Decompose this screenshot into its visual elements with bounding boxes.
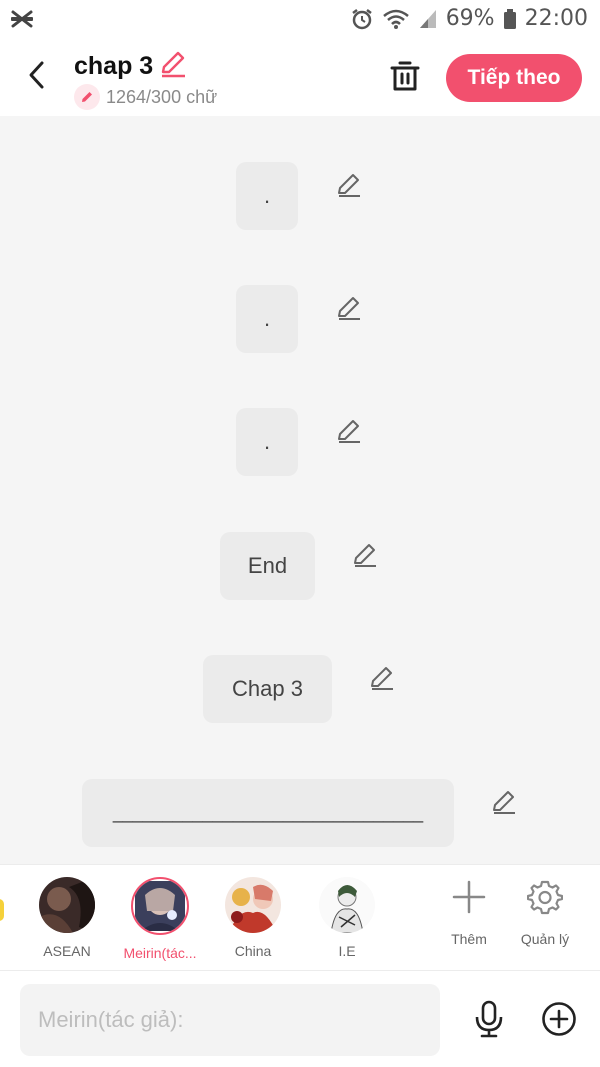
word-count-pencil-icon — [74, 84, 100, 110]
pencil-icon — [162, 51, 186, 78]
add-label: Thêm — [451, 931, 487, 947]
message-bubble[interactable]: . — [236, 408, 298, 476]
avatar — [39, 877, 95, 933]
gear-icon — [510, 877, 580, 917]
character-china[interactable]: China — [208, 877, 298, 959]
character-ie[interactable]: I.E — [302, 877, 392, 959]
editor-header: chap 3 1264/300 chữ Tiếp theo — [0, 40, 600, 116]
wifi-icon — [382, 8, 410, 30]
message-bubble[interactable]: End — [220, 532, 315, 600]
avatar — [131, 877, 189, 935]
battery-icon — [503, 8, 517, 30]
edit-message-icon[interactable] — [491, 789, 517, 815]
character-asean[interactable]: ASEAN — [22, 877, 112, 959]
message-bubble[interactable]: Chap 3 — [203, 655, 332, 723]
voice-input-button[interactable] — [470, 999, 508, 1039]
message-list: . . . End Chap 3 _______________________… — [0, 116, 600, 864]
manage-label: Quản lý — [520, 931, 570, 947]
message-bubble[interactable]: _______________________________ — [82, 779, 454, 847]
back-button[interactable] — [22, 58, 52, 92]
battery-percent: 69% — [445, 6, 495, 31]
manage-characters-button[interactable]: Quản lý — [510, 877, 580, 947]
message-bubble[interactable]: . — [236, 285, 298, 353]
edit-message-icon[interactable] — [336, 418, 362, 444]
character-name: China — [234, 943, 272, 959]
clock: 22:00 — [524, 6, 588, 31]
character-name: Meirin(tác... — [123, 945, 197, 961]
plus-circle-icon — [542, 1002, 576, 1036]
plus-icon — [434, 877, 504, 917]
capcut-icon — [10, 8, 34, 34]
edit-message-icon[interactable] — [352, 542, 378, 568]
input-bar — [0, 970, 600, 1067]
character-name: ASEAN — [43, 943, 91, 959]
edit-message-icon[interactable] — [369, 665, 395, 691]
avatar — [319, 877, 375, 933]
next-button[interactable]: Tiếp theo — [446, 54, 582, 102]
microphone-icon — [475, 1000, 503, 1038]
alarm-icon — [350, 7, 374, 31]
status-bar: 69% 22:00 — [0, 0, 600, 40]
character-bar: ASEAN Meirin(tác... China I.E Thêm Quản … — [0, 864, 600, 970]
add-character-button[interactable]: Thêm — [434, 877, 504, 947]
delete-button[interactable] — [388, 58, 422, 94]
avatar — [225, 877, 281, 933]
edit-message-icon[interactable] — [336, 295, 362, 321]
add-content-button[interactable] — [540, 999, 578, 1039]
edit-message-icon[interactable] — [336, 172, 362, 198]
word-count: 1264/300 chữ — [106, 86, 218, 107]
chapter-title: chap 3 — [74, 51, 154, 80]
edit-title-button[interactable] — [159, 50, 187, 82]
chevron-left-icon — [29, 61, 44, 89]
message-bubble[interactable]: . — [236, 162, 298, 230]
character-meirin[interactable]: Meirin(tác... — [115, 877, 205, 961]
scroll-indicator — [0, 899, 4, 921]
character-name: I.E — [338, 943, 356, 959]
signal-icon — [418, 8, 438, 30]
message-input[interactable] — [20, 984, 440, 1056]
trash-icon — [390, 61, 420, 91]
